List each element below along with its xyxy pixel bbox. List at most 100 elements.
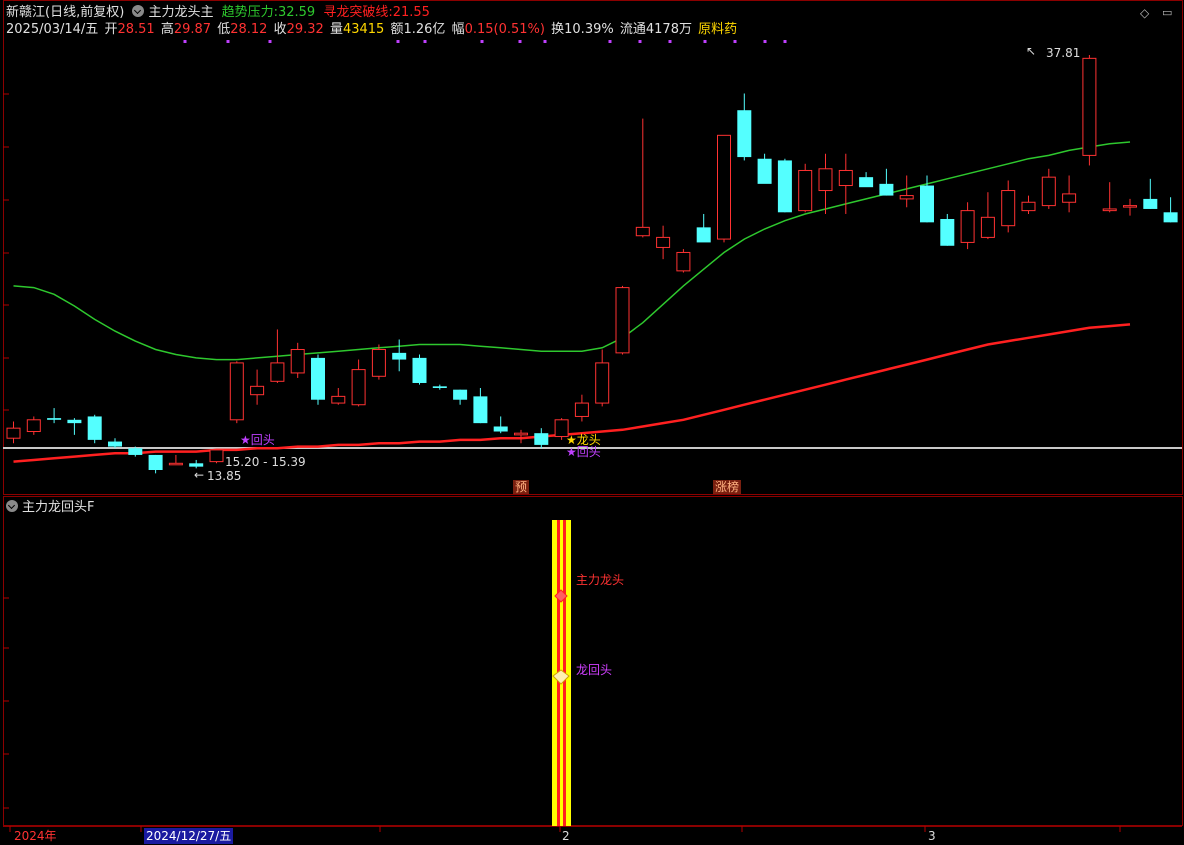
- candle-body: [371, 349, 386, 377]
- trend-label: 趋势压力:: [221, 5, 278, 20]
- candle: [1021, 195, 1036, 214]
- signal-dot: [268, 40, 272, 43]
- candle: [351, 359, 366, 407]
- chart-header: 新赣江(日线,前复权) 主力龙头主 趋势压力:32.59 寻龙突破线:21.55: [6, 5, 434, 21]
- sub-indicator-toggle-icon[interactable]: [6, 500, 18, 512]
- min-price-arrow-icon: ←: [194, 468, 205, 482]
- candle: [67, 418, 82, 435]
- candle-body: [1163, 212, 1178, 223]
- float-window-icon[interactable]: ◇: [1140, 5, 1149, 21]
- candle: [1001, 180, 1016, 233]
- candle-body: [534, 433, 549, 445]
- high-value: 29.87: [173, 22, 212, 37]
- candle: [940, 213, 955, 246]
- huitou-signal-1: ★回头: [240, 433, 275, 447]
- volume-value: 43415: [342, 22, 385, 37]
- indicator-header: 主力龙回头F: [6, 500, 98, 516]
- candle-body: [920, 185, 934, 223]
- sub-indicator-title[interactable]: 主力龙回头F: [22, 500, 94, 515]
- axis-month-2: 2: [562, 829, 570, 843]
- yu-tag[interactable]: 预: [513, 480, 530, 494]
- max-price-arrow-icon: ↖: [1026, 44, 1037, 58]
- candle-body: [1143, 198, 1158, 209]
- candle: [656, 225, 671, 260]
- float-label: 流通: [619, 22, 646, 37]
- signal-dot: [543, 40, 547, 43]
- candle: [757, 153, 772, 184]
- time-axis[interactable]: 2024年 2024/12/27/五 2 3: [0, 826, 1184, 845]
- main-frame: [3, 0, 1183, 495]
- candle: [717, 134, 731, 243]
- candle-body: [392, 352, 407, 360]
- indicator-toggle-icon[interactable]: [132, 5, 145, 17]
- candle-body: [493, 426, 508, 432]
- axis-year-label: 2024年: [14, 829, 57, 843]
- trend-value: 32.59: [277, 5, 316, 20]
- candle-body: [250, 385, 265, 396]
- indicator-name[interactable]: 主力龙头主: [148, 5, 213, 20]
- indicator-canvas[interactable]: [0, 496, 1184, 826]
- float-value: 4178万: [645, 22, 692, 37]
- signal-dot: [423, 40, 427, 43]
- min-price-label: 13.85: [207, 469, 242, 483]
- candle: [87, 414, 102, 444]
- candle: [1123, 198, 1137, 216]
- signal-dot: [608, 40, 612, 43]
- amount-label: 额: [390, 22, 404, 37]
- signal-label-longhuitou: 龙回头: [576, 663, 613, 677]
- break-value: 21.55: [392, 5, 430, 20]
- candle-body: [635, 226, 650, 237]
- candle-body: [859, 177, 874, 188]
- candle-body: [737, 110, 752, 158]
- candle-body: [473, 396, 488, 424]
- expand-icon[interactable]: ▭: [1162, 5, 1172, 21]
- huitou-signal-2: ★回头: [566, 445, 601, 459]
- candle-body: [818, 168, 833, 192]
- candle-body: [229, 362, 244, 421]
- candle-body: [615, 287, 630, 354]
- candle: [960, 202, 975, 250]
- max-price-label: 37.81: [1046, 46, 1081, 60]
- indicator-panel[interactable]: 主力龙回头F 主力龙头 龙回头: [0, 496, 1184, 826]
- candle: [47, 408, 62, 424]
- candle-body: [696, 227, 711, 243]
- signal-dot: [480, 40, 484, 43]
- candle: [696, 213, 711, 243]
- candle: [311, 354, 325, 405]
- candle: [1082, 55, 1097, 166]
- candle-body: [960, 210, 975, 243]
- candle: [6, 421, 21, 444]
- sector-name[interactable]: 原料药: [698, 22, 737, 37]
- candle-body: [1102, 208, 1117, 212]
- zhangbang-tag[interactable]: 涨榜: [713, 480, 742, 494]
- signal-dot: [396, 40, 400, 43]
- candle-body: [453, 389, 468, 400]
- price-chart-panel[interactable]: 新赣江(日线,前复权) 主力龙头主 趋势压力:32.59 寻龙突破线:21.55…: [0, 0, 1184, 496]
- change-value: 0.15(0.51%): [464, 22, 545, 37]
- candle-body: [6, 427, 21, 439]
- quote-bar: 2025/03/14/五 开28.51 高29.87 低28.12 收29.32…: [6, 22, 741, 38]
- candle: [514, 429, 528, 444]
- candle: [1163, 197, 1178, 223]
- signal-dot: [783, 40, 787, 43]
- candle-body: [1041, 176, 1056, 207]
- price-chart-canvas[interactable]: [0, 0, 1184, 496]
- change-label: 幅: [451, 22, 465, 37]
- candle: [108, 438, 122, 449]
- range-label: 15.20 - 15.39: [225, 455, 306, 469]
- candle: [635, 118, 650, 238]
- candle-body: [290, 349, 305, 374]
- candle-body: [676, 251, 691, 272]
- signal-dot: [733, 40, 737, 43]
- turnover-label: 换: [551, 22, 565, 37]
- turnover-value: 10.39%: [564, 22, 614, 37]
- candle: [1102, 182, 1117, 213]
- close-label: 收: [273, 22, 287, 37]
- cursor-date-label: 2024/12/27/五: [144, 828, 234, 844]
- candle-body: [108, 441, 122, 447]
- candle-body: [838, 169, 853, 187]
- signal-dot: [183, 40, 187, 43]
- candle-body: [209, 449, 224, 463]
- candle-body: [331, 395, 346, 404]
- candle: [453, 389, 468, 405]
